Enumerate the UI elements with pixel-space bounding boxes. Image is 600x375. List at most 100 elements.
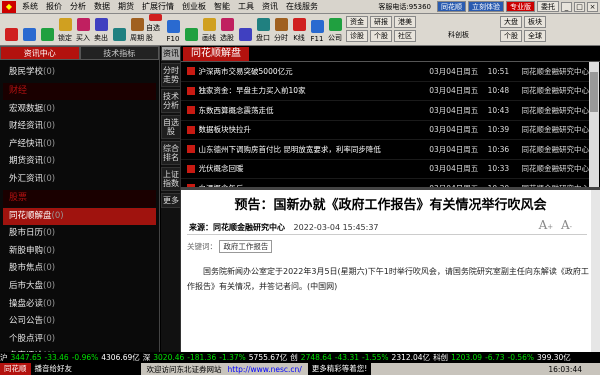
ticker-value: -0.96%	[71, 353, 99, 362]
news-row[interactable]: 白酒概念午后03月04日周五10:30同花顺金融研究中心	[181, 179, 589, 187]
news-title[interactable]: 独家资金：早盘主力买入前10家	[199, 85, 430, 96]
vertical-tab[interactable]: 更多	[161, 193, 181, 208]
site-url[interactable]: http://www.nesc.cn/	[228, 365, 302, 374]
sidebar-item[interactable]: 股市日历(0)	[3, 225, 156, 243]
sidebar-item[interactable]: 公司公告(0)	[3, 313, 156, 331]
close-icon[interactable]: ×	[587, 1, 598, 12]
share-link[interactable]: 播音给好友	[30, 363, 141, 375]
try-button[interactable]: 立刻体验	[468, 1, 504, 12]
news-row[interactable]: 沪深两市交易突破5000亿元 03月04日周五 10:51 同花顺金融研究中心	[181, 62, 589, 82]
stock-button[interactable]: 个股	[370, 30, 392, 42]
toolbar-button[interactable]: 选股	[218, 14, 236, 44]
toolbar-button[interactable]	[110, 14, 128, 44]
tab-tech-indicators[interactable]: 技术指标	[79, 46, 159, 60]
menu-item[interactable]: 扩展行情	[138, 1, 178, 12]
news-scrollbar[interactable]	[589, 62, 599, 187]
toolbar-button[interactable]	[182, 14, 200, 44]
news-row[interactable]: 数据板块快拉升 03月04日周五 10:39 同花顺金融研究中心	[181, 121, 589, 140]
toolbar-button[interactable]	[236, 14, 254, 44]
news-title[interactable]: 山东德州下调购房首付比 昆明放宽要求，利率同步降低	[199, 144, 430, 155]
toolbar-button[interactable]	[38, 14, 56, 44]
menu-item[interactable]: 系统	[18, 1, 42, 12]
status-logo[interactable]: 同花顺	[0, 363, 31, 375]
toolbar-button[interactable]: 锁定	[56, 14, 74, 44]
toolbar-button[interactable]: 买入	[74, 14, 92, 44]
news-title[interactable]: 沪深两市交易突破5000亿元	[199, 66, 430, 77]
order-button[interactable]: 委托	[537, 1, 559, 12]
vertical-tab[interactable]: 综合排名	[161, 141, 181, 165]
global-button[interactable]: 全球	[524, 30, 546, 42]
sidebar-item[interactable]: 股民学校(0)	[3, 64, 156, 82]
menu-item[interactable]: 数据	[90, 1, 114, 12]
sidebar-item[interactable]: 宏观数据(0)	[3, 101, 156, 119]
menu-item[interactable]: 创业板	[178, 1, 210, 12]
stock2-button[interactable]: 个股	[500, 30, 522, 42]
keyword-tag[interactable]: 政府工作报告	[219, 240, 273, 253]
sidebar-item[interactable]: 同花顺解盘(0)	[3, 207, 156, 226]
news-row[interactable]: 东数西算概念震荡走低 03月04日周五 10:43 同花顺金融研究中心	[181, 101, 589, 121]
diagnose-button[interactable]: 诊股	[346, 30, 368, 42]
sidebar-item[interactable]: 期货资讯(0)	[3, 153, 156, 171]
app-logo-icon[interactable]: ◆	[2, 0, 16, 13]
sidebar-item[interactable]: 外汇资讯(0)	[3, 171, 156, 189]
toolbar-button[interactable]: 画线	[200, 14, 218, 44]
news-title[interactable]: 光伏概念回暖	[199, 163, 430, 174]
report-button[interactable]: 研报	[370, 16, 392, 28]
sidebar-item[interactable]: 操盘必读(0)	[3, 296, 156, 314]
minimize-icon[interactable]: _	[561, 1, 572, 12]
community-button[interactable]: 社区	[394, 30, 416, 42]
toolbar-button[interactable]: 周期	[128, 14, 146, 44]
sector-button[interactable]: 板块	[524, 16, 546, 28]
menu-item[interactable]: 报价	[42, 1, 66, 12]
news-title[interactable]: 东数西算概念震荡走低	[199, 105, 430, 116]
promo-text[interactable]: 更多精彩等着您!	[307, 363, 372, 375]
sidebar-item[interactable]: 后市大盘(0)	[3, 278, 156, 296]
scroll-thumb[interactable]	[590, 72, 598, 112]
menu-item[interactable]: 智能	[210, 1, 234, 12]
menu-item[interactable]: 分析	[66, 1, 90, 12]
toolbar-button[interactable]	[20, 14, 38, 44]
menu-item[interactable]: 期货	[114, 1, 138, 12]
news-row[interactable]: 独家资金：早盘主力买入前10家 03月04日周五 10:48 同花顺金融研究中心	[181, 82, 589, 101]
toolbar-button[interactable]	[2, 14, 20, 44]
news-row[interactable]: 山东德州下调购房首付比 昆明放宽要求，利率同步降低 03月04日周五 10:36 同花…	[181, 140, 589, 160]
menu-item[interactable]: 在线服务	[282, 1, 322, 12]
sidebar-item[interactable]: 股市焦点(0)	[3, 260, 156, 278]
toolbar-button[interactable]: F11	[308, 14, 326, 44]
pro-button[interactable]: 专业版	[506, 1, 535, 12]
toolbar-button[interactable]: F10	[164, 14, 182, 44]
font-increase-button[interactable]: A	[539, 218, 548, 232]
news-time: 10:33	[487, 164, 510, 174]
news-title[interactable]: 数据板块快拉升	[199, 124, 430, 135]
vertical-tab[interactable]: 技术分析	[161, 89, 181, 113]
sidebar-item[interactable]: 个股点评(0)	[3, 331, 156, 349]
toolbar-button[interactable]: 卖出	[92, 14, 110, 44]
news-row[interactable]: 光伏概念回暖 03月04日周五 10:33 同花顺金融研究中心	[181, 160, 589, 179]
font-decrease-button[interactable]: A	[561, 218, 570, 232]
maximize-icon[interactable]: □	[574, 1, 585, 12]
left-tabs: 资讯中心 技术指标	[0, 46, 159, 60]
sidebar-item[interactable]: 产经快讯(0)	[3, 136, 156, 154]
toolbar-button[interactable]: K线	[290, 14, 308, 44]
market-button[interactable]: 大盘	[500, 16, 522, 28]
star-market-label[interactable]: 科创板	[448, 30, 469, 40]
sidebar-item[interactable]: 财经资讯(0)	[3, 118, 156, 136]
menu-item[interactable]: 资讯	[258, 1, 282, 12]
vertical-tab[interactable]: 资讯	[161, 46, 181, 61]
vertical-tab[interactable]: 分时走势	[161, 63, 181, 87]
ticker-value: 399.30亿	[537, 353, 571, 362]
sidebar-item[interactable]: 新股申购(0)	[3, 243, 156, 261]
toolbar-button[interactable]: 盘口	[254, 14, 272, 44]
vertical-tab[interactable]: 自选股	[161, 115, 181, 139]
news-source: 同花顺金融研究中心	[521, 86, 589, 96]
toolbar-button[interactable]: 自选股	[146, 14, 164, 44]
hk-us-button[interactable]: 港美	[394, 16, 416, 28]
toolbar-button[interactable]: 公司	[326, 14, 344, 44]
vertical-tab[interactable]: 上证指数	[161, 167, 181, 191]
tab-news-center[interactable]: 资讯中心	[0, 46, 80, 60]
menu-item[interactable]: 工具	[234, 1, 258, 12]
toolbar-button[interactable]: 分时	[272, 14, 290, 44]
article-scrollbar[interactable]	[591, 190, 600, 352]
fund-button[interactable]: 资金	[346, 16, 368, 28]
ths-button[interactable]: 同花顺	[437, 1, 466, 12]
